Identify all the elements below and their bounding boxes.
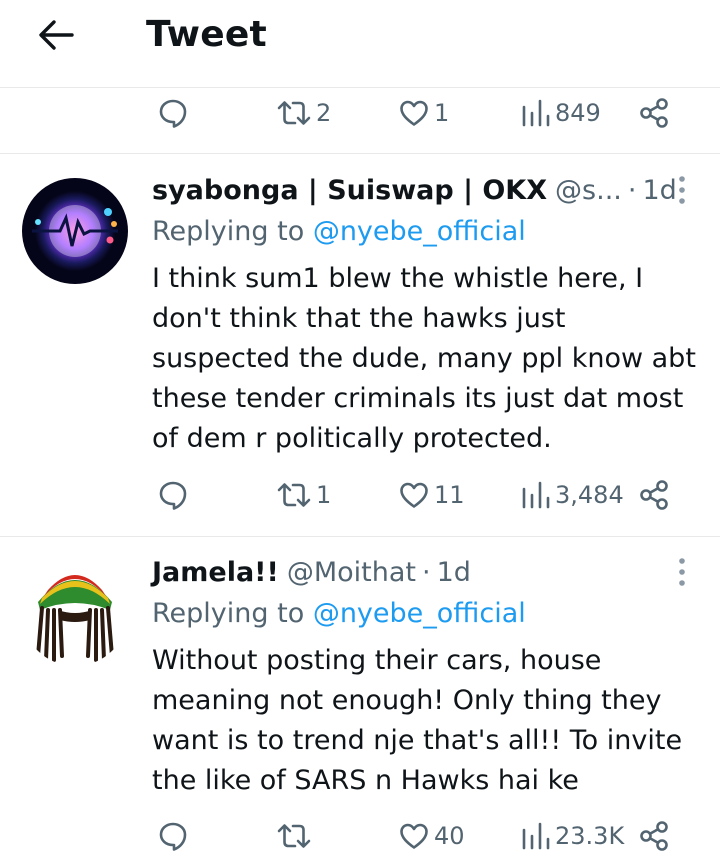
mention-link[interactable]: @nyebe_official (313, 216, 526, 247)
author-handle[interactable]: @s... (555, 175, 622, 206)
tweet-text-line: Without posting their cars, house (152, 645, 602, 676)
retweet-icon (277, 824, 311, 848)
views-button[interactable]: 3,484 (521, 475, 624, 515)
retweet-button[interactable] (276, 816, 316, 851)
retweet-icon (277, 483, 311, 507)
replying-prefix: Replying to (152, 598, 305, 629)
tweet-text-line: don't think that the hawks just (152, 303, 566, 334)
tweet-text-line: I think sum1 blew the whistle here, I (152, 263, 644, 294)
author-handle[interactable]: @Moithat (287, 557, 416, 588)
tweet-text-line: of dem r politically protected. (152, 423, 552, 454)
avatar-image (22, 560, 128, 666)
divider (0, 536, 720, 537)
views-button[interactable]: 23.3K (521, 816, 624, 851)
like-button[interactable]: 1 (398, 93, 449, 133)
separator-dot: · (421, 556, 431, 588)
replying-to: Replying to @nyebe_official (152, 598, 526, 629)
replying-prefix: Replying to (152, 216, 305, 247)
more-vertical-icon (679, 176, 685, 204)
tweet-header: syabonga | Suiswap | OKX @s... · 1d (152, 170, 682, 210)
reply-button[interactable] (157, 93, 193, 133)
like-count: 1 (434, 99, 450, 127)
like-count: 40 (434, 822, 465, 850)
reply-icon (159, 99, 187, 128)
heart-icon (400, 823, 428, 849)
more-options-button[interactable] (670, 552, 694, 592)
tweet-text: I think sum1 blew the whistle here, I do… (152, 259, 702, 459)
avatar[interactable] (22, 560, 128, 666)
tweet-text-line: the like of SARS n Hawks hai ke (152, 765, 579, 796)
heart-icon (400, 482, 428, 508)
share-icon (640, 821, 668, 851)
analytics-icon (522, 822, 550, 850)
tweet-action-bar: 40 23.3K (0, 816, 720, 851)
back-button[interactable] (36, 17, 76, 53)
tweet-text-line: want is to trend nje that's all!! To inv… (152, 725, 683, 756)
retweet-count: 1 (316, 481, 332, 509)
heart-icon (400, 100, 428, 126)
like-button[interactable]: 40 (398, 816, 465, 851)
reply-icon (159, 481, 187, 510)
divider (0, 153, 720, 154)
reply-button[interactable] (157, 816, 193, 851)
like-count: 11 (434, 481, 465, 509)
reply-tweet[interactable]: Jamela!! @Moithat · 1d Replying to @nyeb… (0, 552, 720, 851)
share-button[interactable] (638, 816, 672, 851)
retweet-count: 2 (316, 99, 332, 127)
separator-dot: · (627, 174, 637, 206)
views-count: 3,484 (555, 481, 624, 509)
tweet-text-line: meaning not enough! Only thing they (152, 685, 662, 716)
views-button[interactable]: 849 (521, 93, 601, 133)
top-bar: Tweet (0, 0, 720, 88)
share-icon (640, 480, 668, 510)
tweet-action-bar: 1 11 3,484 (0, 475, 720, 515)
arrow-left-icon (39, 20, 74, 50)
retweet-button[interactable]: 1 (276, 475, 331, 515)
share-button[interactable] (638, 93, 672, 133)
reply-button[interactable] (157, 475, 193, 515)
share-icon (640, 98, 668, 128)
more-options-button[interactable] (670, 170, 694, 210)
tweet-header: Jamela!! @Moithat · 1d (152, 552, 682, 592)
reply-icon (159, 822, 187, 851)
tweet-text-line: suspected the dude, many ppl know abt (152, 343, 696, 374)
like-button[interactable]: 11 (398, 475, 465, 515)
page-title: Tweet (146, 14, 267, 55)
replying-to: Replying to @nyebe_official (152, 216, 526, 247)
analytics-icon (522, 99, 550, 127)
tweet-text-line: these tender criminals its just dat most (152, 383, 684, 414)
analytics-icon (522, 481, 550, 509)
reply-tweet[interactable]: syabonga | Suiswap | OKX @s... · 1d Repl… (0, 170, 720, 535)
mention-link[interactable]: @nyebe_official (313, 598, 526, 629)
avatar[interactable] (22, 178, 128, 284)
views-count: 849 (555, 99, 601, 127)
retweet-icon (277, 101, 311, 125)
author-name[interactable]: syabonga | Suiswap | OKX (152, 175, 547, 206)
tweet-text: Without posting their cars, house meanin… (152, 641, 702, 801)
share-button[interactable] (638, 475, 672, 515)
main-tweet-action-bar: 2 1 849 (0, 93, 720, 133)
avatar-image (22, 178, 128, 284)
timestamp[interactable]: 1d (437, 557, 471, 588)
author-name[interactable]: Jamela!! (152, 557, 279, 588)
views-count: 23.3K (555, 822, 625, 850)
retweet-button[interactable]: 2 (276, 93, 331, 133)
more-vertical-icon (679, 558, 685, 586)
